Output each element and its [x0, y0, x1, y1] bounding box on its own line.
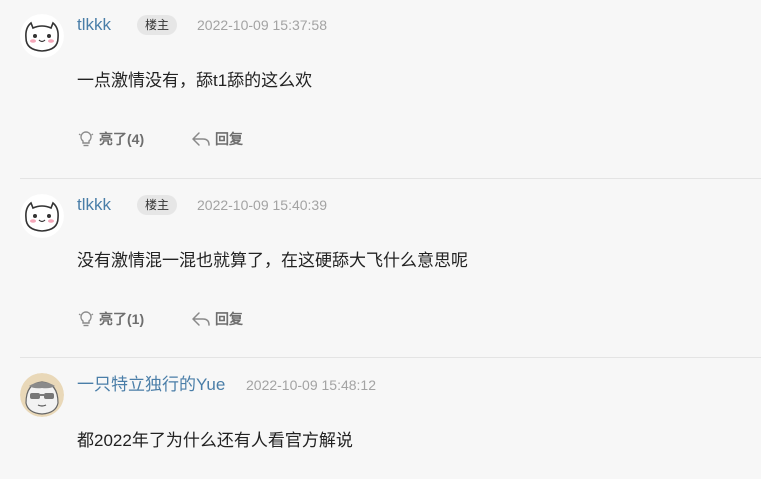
reply-label: 回复 — [215, 311, 243, 327]
username[interactable]: 一只特立独行的Yue — [77, 375, 225, 395]
like-label: 亮了(4) — [99, 131, 145, 147]
like-button[interactable]: 亮了(1) — [77, 309, 144, 329]
reply-arrow-icon — [191, 130, 211, 148]
divider — [20, 178, 761, 179]
reply-button[interactable]: 回复 — [191, 309, 243, 329]
timestamp: 2022-10-09 15:48:12 — [246, 377, 376, 393]
username[interactable]: tlkkk — [77, 15, 111, 35]
cat-avatar-icon[interactable] — [20, 14, 64, 58]
reply-label: 回复 — [215, 131, 243, 147]
op-badge: 楼主 — [137, 15, 178, 35]
comment-text: 一点激情没有，舔t1舔的这么欢 — [77, 71, 313, 90]
reply-button[interactable]: 回复 — [191, 129, 243, 149]
cat-avatar-icon[interactable] — [20, 194, 64, 238]
reply-arrow-icon — [191, 310, 211, 328]
op-badge: 楼主 — [137, 195, 178, 215]
like-label: 亮了(1) — [99, 311, 145, 327]
timestamp: 2022-10-09 15:40:39 — [197, 197, 327, 213]
timestamp: 2022-10-09 15:37:58 — [197, 17, 327, 33]
divider — [20, 357, 761, 358]
sunglasses-avatar-icon[interactable] — [20, 373, 64, 417]
lightbulb-icon — [77, 310, 95, 328]
username[interactable]: tlkkk — [77, 195, 111, 215]
comment-text: 都2022年了为什么还有人看官方解说 — [77, 431, 353, 450]
like-button[interactable]: 亮了(4) — [77, 129, 144, 149]
lightbulb-icon — [77, 130, 95, 148]
comment-text: 没有激情混一混也就算了，在这硬舔大飞什么意思呢 — [77, 251, 468, 270]
